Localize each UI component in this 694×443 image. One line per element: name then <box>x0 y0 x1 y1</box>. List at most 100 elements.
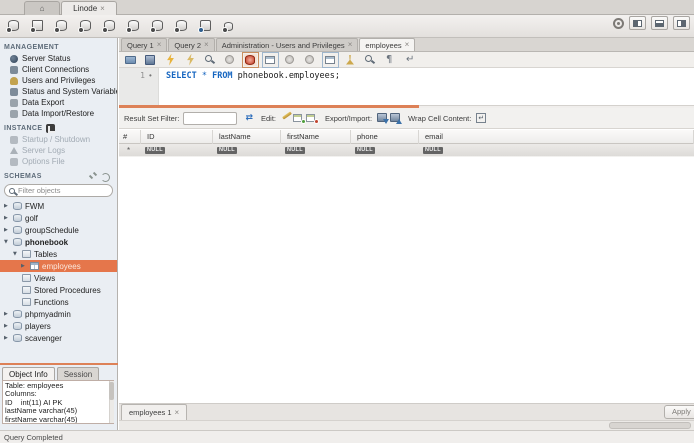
new-sql-tab-icon[interactable] <box>6 19 21 33</box>
beautify-sql-icon[interactable] <box>344 54 357 66</box>
chevron-right-icon[interactable]: ▶ <box>4 215 10 221</box>
schema-node-scavenger[interactable]: ▶ scavenger <box>0 332 117 344</box>
toggle-left-panel-button[interactable] <box>629 16 646 30</box>
toggle-right-panel-button[interactable] <box>673 16 690 30</box>
tree-node-employees[interactable]: ▶ employees <box>0 260 117 272</box>
explain-plan-icon[interactable] <box>204 54 217 66</box>
column-header-id[interactable]: ID <box>141 130 213 144</box>
create-procedure-icon[interactable] <box>126 19 141 33</box>
sidebar-item-status-system-variables[interactable]: Status and System Variables <box>0 86 117 97</box>
tab-query-1[interactable]: Query 1 × <box>121 38 167 51</box>
tab-administration-users[interactable]: Administration - Users and Privileges × <box>216 38 359 51</box>
object-info-scroll-thumb[interactable] <box>109 382 114 400</box>
refresh-grid-icon[interactable]: ⇄ <box>245 113 253 123</box>
close-icon[interactable]: × <box>157 41 162 49</box>
sql-code-line[interactable]: SELECT * FROM phonebook.employees; <box>166 71 340 81</box>
create-view-icon[interactable] <box>102 19 117 33</box>
null-value-badge[interactable]: NULL <box>217 147 237 154</box>
close-icon[interactable]: × <box>175 409 180 417</box>
schema-node-golf[interactable]: ▶ golf <box>0 212 117 224</box>
column-header-lastname[interactable]: lastName <box>213 130 281 144</box>
schemas-expand-icon[interactable] <box>89 172 97 180</box>
sidebar-item-client-connections[interactable]: Client Connections <box>0 64 117 75</box>
schemas-refresh-icon[interactable] <box>101 172 109 180</box>
execute-current-statement-icon[interactable] <box>184 54 197 66</box>
connection-tab-linode[interactable]: Linode × <box>61 1 117 15</box>
find-panel-icon[interactable] <box>364 54 377 66</box>
sidebar-splitter[interactable] <box>0 363 118 365</box>
create-schema-icon[interactable] <box>54 19 69 33</box>
connection-status-icon <box>613 18 624 29</box>
reconnect-dbms-icon[interactable] <box>222 19 237 33</box>
invisible-characters-icon[interactable]: ¶ <box>384 54 397 66</box>
chevron-right-icon[interactable]: ▶ <box>4 227 10 233</box>
new-row-placeholder[interactable]: * NULL NULL NULL NULL NULL <box>119 144 694 157</box>
import-records-icon[interactable] <box>389 112 402 124</box>
limit-rows-icon[interactable] <box>264 54 277 66</box>
tree-node-tables[interactable]: ▼ Tables <box>0 248 117 260</box>
schema-node-fwm[interactable]: ▶ FWM <box>0 200 117 212</box>
result-set-filter-input[interactable] <box>183 112 237 125</box>
apply-button[interactable]: Apply <box>664 405 694 419</box>
add-row-icon[interactable] <box>293 112 306 124</box>
create-function-icon[interactable] <box>150 19 165 33</box>
stop-on-error-toggle-icon[interactable] <box>244 54 257 66</box>
close-icon[interactable]: × <box>405 41 410 49</box>
tree-node-views[interactable]: Views <box>0 272 117 284</box>
home-tab[interactable]: ⌂ <box>24 1 60 15</box>
create-trigger-icon[interactable] <box>174 19 189 33</box>
sidebar-item-server-status[interactable]: Server Status <box>0 53 117 64</box>
schema-filter-box[interactable] <box>4 184 113 197</box>
null-value-badge[interactable]: NULL <box>145 147 165 154</box>
null-value-badge[interactable]: NULL <box>423 147 443 154</box>
sql-editor[interactable]: 1 • SELECT * FROM phonebook.employees; <box>119 68 694 105</box>
close-icon[interactable]: × <box>204 41 209 49</box>
chevron-right-icon[interactable]: ▶ <box>4 323 10 329</box>
schema-node-groupschedule[interactable]: ▶ groupSchedule <box>0 224 117 236</box>
column-header-rownum[interactable]: # <box>119 130 141 144</box>
tab-session[interactable]: Session <box>57 367 99 380</box>
close-icon[interactable]: × <box>348 41 353 49</box>
chevron-right-icon[interactable]: ▶ <box>4 203 10 209</box>
close-icon[interactable]: × <box>100 5 105 13</box>
wrap-text-icon[interactable]: ↵ <box>404 54 417 66</box>
sidebar-item-data-import[interactable]: Data Import/Restore <box>0 108 117 119</box>
execute-sql-icon[interactable] <box>164 54 177 66</box>
wrap-cell-content-icon[interactable]: ↵ <box>475 112 488 124</box>
open-script-icon[interactable] <box>124 54 137 66</box>
tree-node-functions[interactable]: Functions <box>0 296 117 308</box>
edit-record-icon[interactable] <box>280 112 293 124</box>
chevron-down-icon[interactable]: ▼ <box>13 251 19 257</box>
delete-row-icon[interactable] <box>306 112 319 124</box>
tab-employees[interactable]: employees × <box>359 38 415 51</box>
null-value-badge[interactable]: NULL <box>355 147 375 154</box>
horizontal-scrollbar[interactable] <box>119 420 694 430</box>
export-recordset-icon[interactable] <box>376 112 389 124</box>
column-header-firstname[interactable]: firstName <box>281 130 351 144</box>
schema-node-phpmyadmin[interactable]: ▶ phpmyadmin <box>0 308 117 320</box>
chevron-right-icon[interactable]: ▶ <box>21 263 27 269</box>
open-sql-script-icon[interactable] <box>30 19 45 33</box>
tab-result-employees-1[interactable]: employees 1 × <box>121 404 187 420</box>
scrollbar-thumb[interactable] <box>609 422 691 429</box>
instance-section-header: INSTANCE <box>0 122 117 134</box>
chevron-down-icon[interactable]: ▼ <box>4 239 10 245</box>
null-value-badge[interactable]: NULL <box>285 147 305 154</box>
create-table-icon[interactable] <box>78 19 93 33</box>
schema-node-phonebook[interactable]: ▼ phonebook <box>0 236 117 248</box>
column-header-email[interactable]: email <box>419 130 694 144</box>
tab-object-info[interactable]: Object Info <box>2 367 55 380</box>
chevron-right-icon[interactable]: ▶ <box>4 335 10 341</box>
autocommit-toggle-icon[interactable] <box>324 54 337 66</box>
chevron-right-icon[interactable]: ▶ <box>4 311 10 317</box>
tree-node-stored-procedures[interactable]: Stored Procedures <box>0 284 117 296</box>
sidebar-item-users-and-privileges[interactable]: Users and Privileges <box>0 75 117 86</box>
save-script-icon[interactable] <box>144 54 157 66</box>
sidebar-item-data-export[interactable]: Data Export <box>0 97 117 108</box>
schema-node-players[interactable]: ▶ players <box>0 320 117 332</box>
column-header-phone[interactable]: phone <box>351 130 419 144</box>
schema-filter-input[interactable] <box>18 186 108 195</box>
search-table-data-icon[interactable] <box>198 19 213 33</box>
toggle-bottom-panel-button[interactable] <box>651 16 668 30</box>
tab-query-2[interactable]: Query 2 × <box>168 38 214 51</box>
